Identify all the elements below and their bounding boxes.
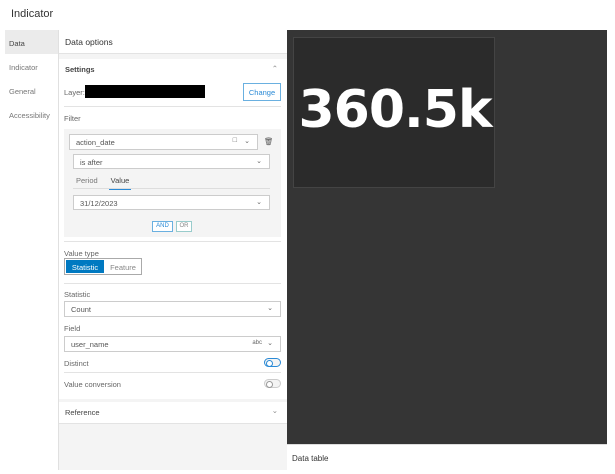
or-button[interactable]: OR xyxy=(176,221,192,232)
settings-title[interactable]: Settings xyxy=(65,65,95,74)
indicator-value: 360.5k xyxy=(298,80,492,140)
statistic-option[interactable]: Statistic xyxy=(66,260,104,273)
and-button[interactable]: AND xyxy=(152,221,173,232)
string-type-icon: abc xyxy=(252,340,262,346)
nav-accessibility[interactable]: Accessibility xyxy=(5,102,58,126)
nav-data[interactable]: Data xyxy=(5,30,58,54)
calendar-icon: □ xyxy=(232,137,237,144)
tab-period[interactable]: Period xyxy=(76,176,98,185)
reference-label: Reference xyxy=(65,408,100,417)
statistic-label: Statistic xyxy=(64,290,91,299)
date-value-select[interactable]: 31/12/2023 ⌄ xyxy=(73,195,270,210)
operator-select[interactable]: is after ⌄ xyxy=(73,154,270,169)
statistic-value: Count xyxy=(71,305,92,314)
chevron-down-icon: ⌄ xyxy=(271,406,278,415)
layer-name-redacted xyxy=(85,85,205,98)
field-select[interactable]: user_name abc ⌄ xyxy=(64,336,281,352)
data-table-bar[interactable]: Data table xyxy=(287,444,607,470)
filter-field-value: action_date xyxy=(76,138,115,147)
settings-section: Settings ⌃ Layer: Change Filter action_d… xyxy=(59,59,288,399)
tab-value[interactable]: Value xyxy=(109,176,131,190)
side-nav: Data Indicator General Accessibility xyxy=(5,30,58,470)
field-value: user_name xyxy=(71,340,109,349)
chevron-down-icon: ⌄ xyxy=(244,138,250,145)
filter-tabs: Period Value xyxy=(73,175,270,190)
filter-field-select[interactable]: action_date □ ⌄ xyxy=(69,134,258,150)
feature-option[interactable]: Feature xyxy=(105,259,141,274)
chevron-down-icon: ⌄ xyxy=(256,199,262,206)
distinct-toggle[interactable] xyxy=(264,358,281,367)
nav-general[interactable]: General xyxy=(5,78,58,102)
layer-label: Layer: xyxy=(64,88,85,97)
filter-label: Filter xyxy=(64,114,81,123)
panel-header: Data options xyxy=(59,30,288,54)
distinct-label: Distinct xyxy=(64,359,89,368)
date-value: 31/12/2023 xyxy=(80,199,118,208)
indicator-widget[interactable]: 360.5k xyxy=(293,37,495,188)
chevron-down-icon: ⌄ xyxy=(256,158,262,165)
data-options-panel: Data options Settings ⌃ Layer: Change Fi… xyxy=(58,30,288,470)
value-type-label: Value type xyxy=(64,249,99,258)
field-label: Field xyxy=(64,324,81,333)
page-title: Indicator xyxy=(11,8,54,20)
value-type-segmented: Statistic Feature xyxy=(64,258,142,275)
filter-box: action_date □ ⌄ 🗑 is after ⌄ Period Value 3… xyxy=(64,129,281,237)
change-layer-button[interactable]: Change xyxy=(243,83,281,101)
chevron-up-icon[interactable]: ⌃ xyxy=(272,64,278,73)
reference-section[interactable]: Reference ⌄ xyxy=(59,402,288,424)
chevron-down-icon: ⌄ xyxy=(267,305,273,312)
value-conversion-toggle[interactable] xyxy=(264,379,281,388)
value-conversion-label: Value conversion xyxy=(64,380,121,389)
nav-indicator[interactable]: Indicator xyxy=(5,54,58,78)
trash-icon[interactable]: 🗑 xyxy=(264,137,274,146)
operator-value: is after xyxy=(80,158,103,167)
statistic-select[interactable]: Count ⌄ xyxy=(64,301,281,317)
chevron-down-icon: ⌄ xyxy=(267,340,273,347)
